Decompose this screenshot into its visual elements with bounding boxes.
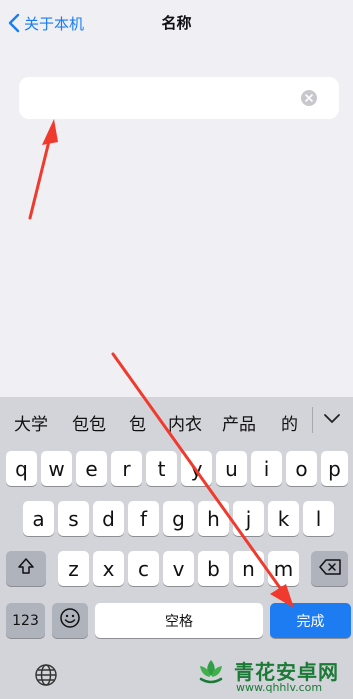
key-i[interactable]: i <box>251 451 282 486</box>
key-j[interactable]: j <box>233 501 264 536</box>
candidate-bar: 大学 包包 包 内衣 产品 的 <box>0 397 353 441</box>
candidate-item[interactable]: 产品 <box>222 410 256 435</box>
done-button[interactable]: 完成 <box>270 603 351 638</box>
key-z[interactable]: z <box>58 551 89 586</box>
candidate-item[interactable]: 内衣 <box>168 410 202 435</box>
watermark-url: www.qhhlv.com <box>236 681 323 694</box>
candidate-item[interactable]: 大学 <box>14 410 48 435</box>
emoji-icon <box>59 607 81 634</box>
key-a[interactable]: a <box>23 501 54 536</box>
shift-icon <box>16 556 36 581</box>
clear-button[interactable] <box>301 90 317 106</box>
key-t[interactable]: t <box>146 451 177 486</box>
key-f[interactable]: f <box>128 501 159 536</box>
back-label: 关于本机 <box>24 14 85 33</box>
shift-key[interactable] <box>6 551 46 586</box>
key-k[interactable]: k <box>268 501 299 536</box>
backspace-key[interactable] <box>311 551 348 586</box>
key-q[interactable]: q <box>6 451 37 486</box>
key-l[interactable]: l <box>303 501 334 536</box>
back-button[interactable]: 关于本机 <box>8 9 84 37</box>
key-e[interactable]: e <box>76 451 107 486</box>
key-x[interactable]: x <box>93 551 124 586</box>
key-w[interactable]: w <box>41 451 72 486</box>
watermark: 青花安卓网 www.qhhlv.com <box>192 650 352 699</box>
name-input[interactable] <box>31 77 305 121</box>
space-key[interactable]: 空格 <box>95 603 263 638</box>
emoji-key[interactable] <box>52 603 88 638</box>
candidate-item[interactable]: 的 <box>281 410 298 435</box>
numbers-key[interactable]: 123 <box>6 603 45 638</box>
key-d[interactable]: d <box>93 501 124 536</box>
candidate-divider <box>312 407 313 433</box>
arrow-to-name-field <box>28 119 58 220</box>
navigation-bar: 关于本机 名称 <box>0 0 353 46</box>
watermark-logo-icon <box>192 654 230 692</box>
key-b[interactable]: b <box>198 551 229 586</box>
candidate-item[interactable]: 包包 <box>72 410 106 435</box>
key-v[interactable]: v <box>163 551 194 586</box>
key-y[interactable]: y <box>181 451 212 486</box>
key-m[interactable]: m <box>268 551 299 586</box>
key-p[interactable]: p <box>321 451 348 486</box>
chevron-left-icon <box>8 13 20 33</box>
key-u[interactable]: u <box>216 451 247 486</box>
key-o[interactable]: o <box>286 451 317 486</box>
name-field <box>19 77 339 121</box>
key-h[interactable]: h <box>198 501 229 536</box>
key-n[interactable]: n <box>233 551 264 586</box>
key-r[interactable]: r <box>111 451 142 486</box>
key-c[interactable]: c <box>128 551 159 586</box>
backspace-icon <box>318 557 342 581</box>
key-s[interactable]: s <box>58 501 89 536</box>
globe-icon[interactable] <box>34 663 58 687</box>
chevron-down-icon[interactable] <box>320 409 344 429</box>
candidate-item[interactable]: 包 <box>129 410 146 435</box>
key-g[interactable]: g <box>163 501 194 536</box>
